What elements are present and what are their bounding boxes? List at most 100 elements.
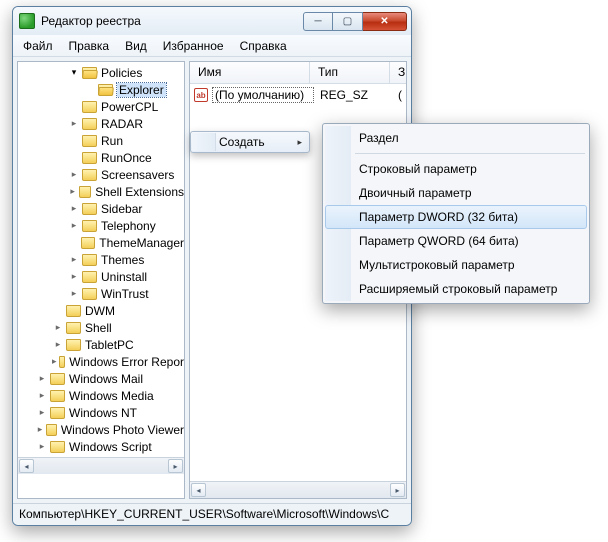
tree-node[interactable]: ▸ Windows Script [18, 438, 184, 455]
menu-gutter [192, 133, 216, 151]
tree-node-label: Shell Extensions [95, 185, 184, 199]
tree-node[interactable]: Run [18, 132, 184, 149]
tree-node-label: Windows Script [69, 440, 152, 454]
folder-icon [50, 441, 65, 453]
expander-icon[interactable]: ▸ [36, 373, 48, 385]
submenu-item[interactable]: Строковый параметр [325, 157, 587, 181]
column-extra[interactable]: З [390, 62, 406, 83]
tree-node-label: Uninstall [101, 270, 147, 284]
submenu-item[interactable]: Мультистроковый параметр [325, 253, 587, 277]
close-button[interactable]: ✕ [363, 12, 407, 31]
context-menu-new[interactable]: Создать ▸ [190, 131, 310, 153]
expander-icon[interactable]: ▸ [68, 169, 80, 181]
tree-node[interactable]: ▸ Uninstall [18, 268, 184, 285]
tree-node[interactable]: ▸Sidebar [18, 200, 184, 217]
tree-node[interactable]: RunOnce [18, 149, 184, 166]
expander-icon[interactable]: ▸ [52, 356, 57, 368]
scroll-right-btn[interactable]: ▸ [390, 483, 405, 497]
tree-node[interactable]: ▾ Policies [18, 64, 184, 81]
folder-icon [82, 152, 97, 164]
scroll-left-btn[interactable]: ◂ [191, 483, 206, 497]
menu-file[interactable]: Файл [15, 37, 61, 55]
tree-node[interactable]: DWM [18, 302, 184, 319]
tree-node-label: Windows Mail [69, 372, 143, 386]
columns-header: Имя Тип З [190, 62, 406, 84]
expander-icon[interactable]: ▸ [68, 254, 80, 266]
menu-favorites[interactable]: Избранное [155, 37, 232, 55]
tree-node[interactable]: ▸Windows Error Repor [18, 353, 184, 370]
folder-icon [81, 237, 95, 249]
menubar: Файл Правка Вид Избранное Справка [13, 35, 411, 57]
folder-icon [82, 288, 97, 300]
menu-edit[interactable]: Правка [61, 37, 118, 55]
window-title: Редактор реестра [41, 14, 303, 28]
tree-node[interactable]: ▸Windows Photo Viewer [18, 421, 184, 438]
tree-node-label: RADAR [101, 117, 143, 131]
tree-node[interactable]: ▸Windows Media [18, 387, 184, 404]
tree-node[interactable]: ▸ Windows Mail [18, 370, 184, 387]
column-type[interactable]: Тип [310, 62, 390, 83]
expander-icon[interactable]: ▸ [52, 339, 64, 351]
value-name[interactable]: (По умолчанию) [212, 87, 314, 103]
tree-pane[interactable]: ▾ PoliciesExplorer PowerCPL ▸ RADARRun RunOnc… [17, 61, 185, 499]
value-row[interactable]: ab (По умолчанию) REG_SZ ( [190, 86, 406, 104]
expander-icon[interactable]: ▸ [68, 220, 80, 232]
expander-icon[interactable]: ▸ [52, 322, 64, 334]
column-name[interactable]: Имя [190, 62, 310, 83]
folder-icon [82, 118, 97, 130]
submenu-item[interactable]: Параметр DWORD (32 бита) [325, 205, 587, 229]
folder-icon [82, 203, 97, 215]
tree-node[interactable]: ▸TabletPC [18, 336, 184, 353]
submenu-item[interactable]: Расширяемый строковый параметр [325, 277, 587, 301]
tree-node-label: RunOnce [101, 151, 152, 165]
expander-icon[interactable]: ▸ [68, 118, 80, 130]
titlebar[interactable]: Редактор реестра ─ ▢ ✕ [13, 7, 411, 35]
folder-icon [82, 101, 97, 113]
tree-node[interactable]: ▸ RADAR [18, 115, 184, 132]
tree-node[interactable]: PowerCPL [18, 98, 184, 115]
expander-icon[interactable]: ▸ [36, 424, 44, 436]
scroll-right-btn[interactable]: ▸ [168, 459, 183, 473]
expander-icon[interactable]: ▸ [68, 203, 80, 215]
tree-node[interactable]: ▸Telephony [18, 217, 184, 234]
expander-icon[interactable]: ▸ [68, 271, 80, 283]
maximize-button[interactable]: ▢ [333, 12, 363, 31]
expander-icon[interactable]: ▸ [36, 390, 48, 402]
tree-hscrollbar[interactable]: ◂ ▸ [18, 457, 184, 474]
submenu-item[interactable]: Раздел [325, 126, 587, 150]
context-menu-new-label: Создать [219, 135, 265, 149]
folder-icon [66, 339, 81, 351]
tree-node[interactable]: ▸ Shell [18, 319, 184, 336]
tree-node-label: PowerCPL [101, 100, 158, 114]
tree-node-label: WinTrust [101, 287, 149, 301]
values-hscrollbar[interactable]: ◂ ▸ [190, 481, 406, 498]
folder-icon [98, 84, 113, 96]
folder-icon [46, 424, 57, 436]
expander-icon[interactable]: ▸ [36, 407, 48, 419]
registry-tree: ▾ PoliciesExplorer PowerCPL ▸ RADARRun RunOnc… [18, 62, 184, 457]
folder-icon [82, 254, 97, 266]
tree-node[interactable]: ThemeManager [18, 234, 184, 251]
tree-node[interactable]: ▸Windows NT [18, 404, 184, 421]
folder-icon [66, 322, 81, 334]
expander-icon[interactable]: ▸ [36, 441, 48, 453]
expander-icon[interactable]: ▸ [68, 288, 80, 300]
menu-view[interactable]: Вид [117, 37, 155, 55]
expander-icon[interactable]: ▾ [68, 67, 80, 79]
folder-icon [82, 135, 97, 147]
tree-node-label: Shell [85, 321, 112, 335]
submenu-item[interactable]: Двоичный параметр [325, 181, 587, 205]
tree-node-label: Policies [101, 66, 142, 80]
tree-node[interactable]: ▸Themes [18, 251, 184, 268]
tree-node[interactable]: ▸ WinTrust [18, 285, 184, 302]
scroll-left-btn[interactable]: ◂ [19, 459, 34, 473]
folder-icon [50, 390, 65, 402]
folder-icon [82, 220, 97, 232]
expander-icon[interactable]: ▸ [68, 186, 77, 198]
tree-node[interactable]: Explorer [18, 81, 184, 98]
tree-node[interactable]: ▸Screensavers [18, 166, 184, 183]
tree-node[interactable]: ▸ Shell Extensions [18, 183, 184, 200]
menu-help[interactable]: Справка [232, 37, 295, 55]
submenu-item[interactable]: Параметр QWORD (64 бита) [325, 229, 587, 253]
minimize-button[interactable]: ─ [303, 12, 333, 31]
